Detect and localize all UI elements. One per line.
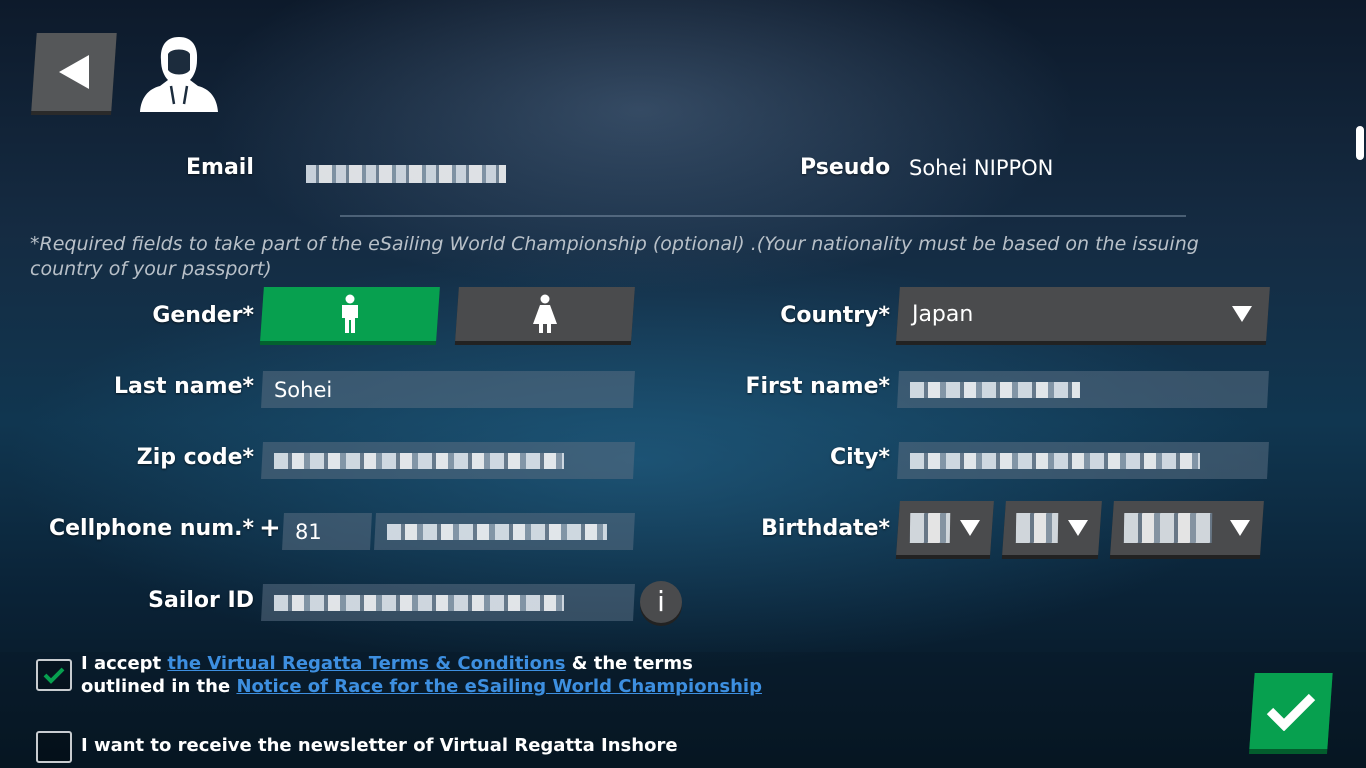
birthdate-label: Birthdate* — [761, 516, 890, 541]
info-button[interactable]: i — [640, 581, 682, 623]
birth-month-select[interactable] — [1002, 501, 1102, 555]
country-label: Country* — [780, 303, 890, 328]
dropdown-triangle-icon — [960, 520, 980, 536]
email-label: Email — [186, 155, 254, 180]
last-name-value: Sohei — [274, 377, 333, 402]
newsletter-text: I want to receive the newsletter of Virt… — [81, 735, 678, 756]
zip-code-label: Zip code* — [136, 445, 254, 470]
confirm-button[interactable] — [1249, 673, 1333, 749]
email-value-redacted — [306, 165, 506, 183]
city-input[interactable] — [897, 442, 1269, 479]
sailor-id-label: Sailor ID — [148, 588, 254, 613]
first-name-input[interactable] — [897, 371, 1269, 408]
birth-day-redacted — [909, 513, 951, 543]
back-arrow-icon — [59, 55, 89, 89]
zip-code-input[interactable] — [261, 442, 635, 479]
birth-year-redacted — [1123, 513, 1213, 543]
country-code-value: 81 — [295, 519, 322, 544]
zip-code-redacted — [274, 452, 564, 469]
last-name-input[interactable]: Sohei — [261, 371, 635, 408]
gender-label: Gender* — [152, 303, 254, 328]
dropdown-triangle-icon — [1232, 306, 1252, 322]
country-code-input[interactable]: 81 — [282, 513, 372, 550]
notice-of-race-link[interactable]: Notice of Race for the eSailing World Ch… — [236, 676, 762, 697]
checkmark-icon — [1266, 693, 1316, 731]
sailor-id-input[interactable] — [261, 584, 635, 621]
terms-prefix: I accept — [81, 653, 168, 674]
dropdown-triangle-icon — [1068, 520, 1088, 536]
city-redacted — [910, 452, 1200, 469]
city-label: City* — [829, 445, 890, 470]
last-name-label: Last name* — [114, 374, 254, 399]
country-value: Japan — [912, 301, 974, 327]
hooded-sailor-avatar-icon — [140, 37, 218, 112]
birth-month-redacted — [1015, 513, 1059, 543]
terms-link[interactable]: the Virtual Regatta Terms & Conditions — [167, 653, 565, 674]
scrollbar-thumb[interactable] — [1356, 126, 1364, 160]
female-icon — [533, 294, 557, 333]
birth-year-select[interactable] — [1110, 501, 1264, 555]
terms-checkbox[interactable] — [36, 659, 72, 691]
gender-female-button[interactable] — [455, 287, 635, 341]
checkmark-icon — [43, 667, 65, 684]
cellphone-input[interactable] — [374, 513, 635, 550]
terms-mid: & the terms — [565, 653, 693, 674]
divider — [340, 215, 1186, 217]
dropdown-triangle-icon — [1230, 520, 1250, 536]
terms-line2-prefix: outlined in the — [81, 676, 237, 697]
cellphone-redacted — [387, 523, 607, 540]
newsletter-checkbox[interactable] — [36, 731, 72, 763]
pseudo-value: Sohei NIPPON — [909, 156, 1054, 180]
sailor-id-redacted — [274, 594, 564, 611]
back-button[interactable] — [31, 33, 117, 111]
terms-consent-text: I accept the Virtual Regatta Terms & Con… — [81, 652, 762, 698]
pseudo-label: Pseudo — [800, 155, 891, 180]
first-name-redacted — [910, 381, 1080, 398]
required-fields-note: *Required fields to take part of the eSa… — [30, 233, 1199, 280]
gender-male-button[interactable] — [260, 287, 440, 341]
plus-sign: + — [259, 513, 281, 543]
cellphone-label: Cellphone num.* — [48, 516, 254, 541]
first-name-label: First name* — [745, 374, 890, 399]
birth-day-select[interactable] — [896, 501, 994, 555]
male-icon — [342, 294, 358, 333]
country-select[interactable]: Japan — [896, 287, 1270, 341]
